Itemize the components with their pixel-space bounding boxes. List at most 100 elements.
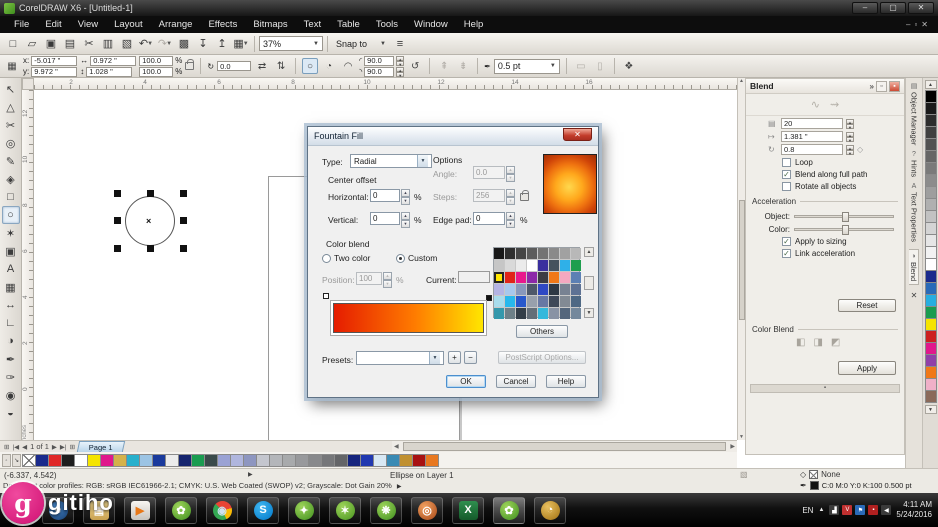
horizontal-scrollbar-thumb[interactable] bbox=[402, 442, 727, 451]
blend-path-icon[interactable]: ∿ bbox=[811, 98, 820, 111]
arc-end-field[interactable]: 90.0 bbox=[364, 66, 395, 77]
redo-icon[interactable]: ↷ ▼ bbox=[156, 35, 174, 52]
zoom-tool[interactable]: ◎ bbox=[2, 134, 20, 152]
color-swatch[interactable] bbox=[269, 453, 283, 467]
palette-color-cell[interactable] bbox=[571, 248, 581, 259]
application-launcher-icon-dropdown[interactable]: ▼ bbox=[243, 41, 249, 47]
lock-ratio-icon[interactable] bbox=[185, 59, 195, 70]
tab-text-properties[interactable]: A Text Properties bbox=[910, 183, 919, 242]
taskbar-browser-2[interactable]: ◎ bbox=[411, 496, 443, 524]
counterclockwise-blend-icon[interactable]: ◩ bbox=[831, 337, 840, 348]
pick-tool[interactable]: ↖ bbox=[2, 80, 20, 98]
close-button[interactable]: ✕ bbox=[908, 2, 934, 14]
palette-color-cell[interactable] bbox=[527, 248, 537, 259]
palette-color-cell[interactable] bbox=[527, 308, 537, 319]
color-acceleration-slider[interactable] bbox=[794, 225, 894, 235]
menu-item[interactable]: Arrange bbox=[151, 18, 201, 31]
export-icon[interactable]: ↥ bbox=[213, 35, 231, 52]
mirror-vertical-button[interactable]: ⇅ bbox=[273, 58, 289, 74]
horizontal-scrollbar[interactable]: ◀ ▶ bbox=[392, 440, 737, 452]
outline-width-combo[interactable]: 0.5 pt ▼ bbox=[493, 58, 560, 74]
horizontal-offset-field[interactable]: 0 bbox=[370, 189, 400, 202]
color-swatch[interactable] bbox=[425, 453, 439, 467]
rotation-angle-field[interactable]: 0.0 bbox=[217, 61, 252, 71]
taskbar-skype[interactable]: S bbox=[247, 496, 279, 524]
palette-color-cell[interactable] bbox=[538, 260, 548, 271]
palette-color-cell[interactable] bbox=[571, 308, 581, 319]
blend-tool[interactable]: ◑ bbox=[2, 332, 20, 350]
tray-antivirus-icon[interactable]: V bbox=[842, 505, 853, 515]
palette-color-cell[interactable] bbox=[549, 296, 559, 307]
snap-to-combo[interactable]: Snap to ▼ bbox=[332, 36, 390, 51]
palette-color-cell[interactable] bbox=[538, 272, 548, 283]
angle-field[interactable]: 0.0 bbox=[473, 166, 505, 179]
palette-color-cell[interactable] bbox=[538, 308, 548, 319]
palette-color-cell[interactable] bbox=[560, 296, 570, 307]
position-spinner[interactable]: ▲ ▼ bbox=[383, 272, 392, 288]
angle-spinner[interactable]: ▲ ▼ bbox=[506, 166, 515, 182]
taskbar-clock[interactable]: 4:11 AM 5/24/2016 bbox=[896, 500, 932, 520]
color-swatch[interactable] bbox=[256, 453, 270, 467]
palette-color-cell[interactable] bbox=[549, 248, 559, 259]
palette-color-cell[interactable] bbox=[571, 260, 581, 271]
taskbar-media-player[interactable]: ▶ bbox=[124, 496, 156, 524]
color-swatch[interactable] bbox=[347, 453, 361, 467]
color-swatch[interactable] bbox=[360, 453, 374, 467]
palette-color-cell[interactable] bbox=[494, 248, 504, 259]
selection-handle[interactable] bbox=[180, 245, 187, 252]
taskbar-coreldraw-active[interactable]: ✿ bbox=[493, 496, 525, 524]
tab-blend[interactable]: ◑ Blend bbox=[909, 248, 919, 285]
vertical-spinner[interactable]: ▲ ▼ bbox=[401, 212, 410, 228]
change-direction-button[interactable]: ↺ bbox=[407, 58, 423, 74]
palette-color-cell[interactable] bbox=[527, 296, 537, 307]
tray-volume-icon[interactable]: ◀ bbox=[881, 505, 892, 515]
paste-icon[interactable]: ▧ bbox=[118, 35, 136, 52]
rotate-objects-checkbox[interactable] bbox=[782, 182, 791, 191]
blend-direction-spinner[interactable]: ▲ ▼ bbox=[846, 144, 854, 156]
arc-end-spinner[interactable]: ▲ ▼ bbox=[396, 66, 405, 78]
docker-tab-close-icon[interactable]: ✕ bbox=[911, 291, 918, 300]
ellipse-tool[interactable]: ○ bbox=[1, 206, 20, 224]
others-button[interactable]: Others bbox=[516, 325, 568, 338]
gradient-preview-bar[interactable] bbox=[333, 303, 484, 333]
arc-start-field[interactable]: 90.0 bbox=[364, 55, 395, 66]
palette-color-cell[interactable] bbox=[494, 296, 504, 307]
text-tool[interactable]: A bbox=[2, 260, 20, 278]
add-page-button-2[interactable]: ⊞ bbox=[70, 443, 75, 451]
docker-resize-handle[interactable]: ▪ bbox=[750, 384, 900, 393]
color-swatch[interactable] bbox=[334, 453, 348, 467]
tray-pdf-icon[interactable]: ▪ bbox=[868, 505, 879, 515]
copy-icon[interactable]: ▥ bbox=[99, 35, 117, 52]
vertical-offset-field[interactable]: 0 bbox=[370, 212, 400, 225]
smart-fill-tool[interactable]: ◈ bbox=[2, 170, 20, 188]
menu-item[interactable]: Tools bbox=[368, 18, 406, 31]
color-slider-thumb[interactable] bbox=[842, 225, 850, 235]
blend-steps-spinner[interactable]: ▲ ▼ bbox=[846, 118, 854, 130]
palette-color-cell[interactable] bbox=[560, 248, 570, 259]
tray-expand-icon[interactable]: ▲ bbox=[818, 507, 824, 513]
grid-scroll-down-button[interactable]: ▼ bbox=[584, 308, 594, 318]
palette-options-button[interactable]: ◦ bbox=[2, 453, 11, 467]
blend-direction-field[interactable]: 0.8 bbox=[781, 144, 843, 155]
reset-button[interactable]: Reset bbox=[838, 299, 896, 312]
palette-color-cell[interactable] bbox=[549, 284, 559, 295]
wrap-text-button[interactable]: ▭ bbox=[573, 58, 589, 74]
cancel-button[interactable]: Cancel bbox=[496, 375, 536, 388]
vertical-scrollbar-thumb[interactable] bbox=[738, 199, 745, 320]
no-color-swatch[interactable] bbox=[22, 453, 36, 467]
palette-color-cell[interactable] bbox=[549, 308, 559, 319]
steps-field[interactable]: 256 bbox=[473, 189, 505, 202]
color-swatch[interactable] bbox=[61, 453, 75, 467]
presets-select[interactable]: ▼ bbox=[356, 351, 444, 365]
custom-radio-button[interactable] bbox=[396, 253, 405, 263]
undo-icon[interactable]: ↶ ▼ bbox=[137, 35, 155, 52]
ruler-origin-button[interactable] bbox=[22, 78, 34, 90]
color-swatch[interactable] bbox=[191, 453, 205, 467]
profiles-expander-icon[interactable]: ▶ bbox=[397, 484, 402, 490]
horizontal-spinner[interactable]: ▲ ▼ bbox=[401, 189, 410, 205]
taskbar-corel-capture[interactable]: ✶ bbox=[329, 496, 361, 524]
apply-sizing-checkbox[interactable]: ✓ bbox=[782, 237, 791, 246]
arc-mode-button[interactable]: ◠ bbox=[340, 58, 356, 74]
add-preset-button[interactable]: + bbox=[448, 351, 461, 364]
edge-pad-field[interactable]: 0 bbox=[473, 212, 505, 225]
